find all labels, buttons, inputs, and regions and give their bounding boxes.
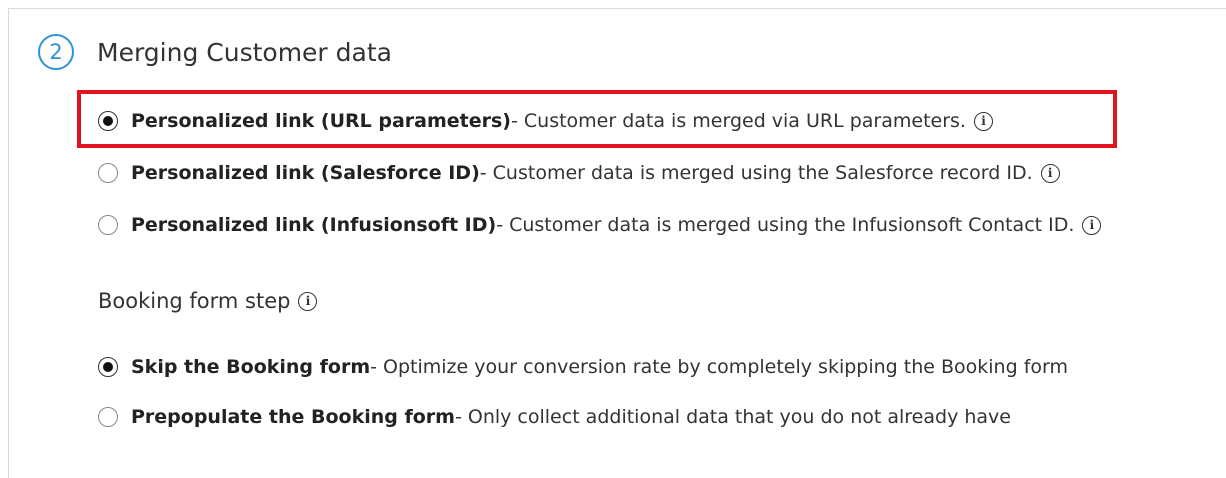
option-description: - Customer data is merged using the Sale… xyxy=(479,162,1033,184)
option-label: Skip the Booking form xyxy=(131,356,371,378)
info-icon[interactable]: i xyxy=(298,291,318,311)
info-icon[interactable]: i xyxy=(1082,215,1102,235)
radio-button-checked[interactable] xyxy=(98,357,118,377)
booking-form-step-label: Booking form step i xyxy=(98,289,318,313)
radio-option-skip-booking-form[interactable]: Skip the Booking form - Optimize your co… xyxy=(98,356,1068,378)
option-label: Personalized link (Infusionsoft ID) xyxy=(131,214,497,236)
info-icon[interactable]: i xyxy=(1040,163,1060,183)
step-title: Merging Customer data xyxy=(97,37,392,67)
radio-button[interactable] xyxy=(98,163,118,183)
option-label: Personalized link (Salesforce ID) xyxy=(131,162,480,184)
radio-option-prepopulate-booking-form[interactable]: Prepopulate the Booking form - Only coll… xyxy=(98,406,1011,428)
option-description: - Only collect additional data that you … xyxy=(454,406,1011,428)
option-label: Prepopulate the Booking form xyxy=(131,406,455,428)
section-label-text: Booking form step xyxy=(98,289,291,313)
highlight-box xyxy=(77,90,1117,148)
radio-option-infusionsoft-id[interactable]: Personalized link (Infusionsoft ID) - Cu… xyxy=(98,214,1102,236)
radio-button[interactable] xyxy=(98,407,118,427)
step-number-badge: 2 xyxy=(38,34,74,70)
step-header: 2 Merging Customer data xyxy=(38,34,392,70)
option-description: - Customer data is merged using the Infu… xyxy=(496,214,1075,236)
radio-option-salesforce-id[interactable]: Personalized link (Salesforce ID) - Cust… xyxy=(98,162,1060,184)
radio-button[interactable] xyxy=(98,215,118,235)
option-description: - Optimize your conversion rate by compl… xyxy=(370,356,1068,378)
